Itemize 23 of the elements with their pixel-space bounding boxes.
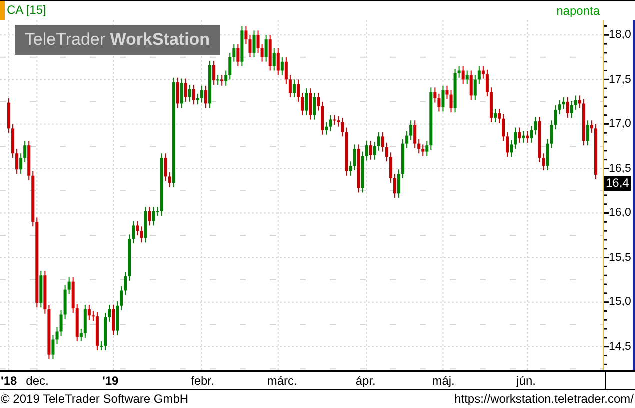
last-price-label: 16,4 [604, 176, 632, 191]
price-tick-label: 18,0 [609, 28, 632, 42]
logo: TeleTrader WorkStation [15, 25, 220, 55]
date-tick-label: máj. [432, 374, 455, 388]
date-tick-label: ápr. [356, 374, 376, 388]
price-tick-label: 15,0 [609, 295, 632, 310]
price-tick-label: 17,0 [609, 117, 632, 132]
series-marker [0, 1, 5, 20]
date-tick-label: febr. [190, 374, 214, 388]
price-tick-label: 16,5 [609, 162, 632, 176]
price-tick-label: 14,5 [609, 340, 632, 354]
price-tick-label: 15,5 [609, 250, 632, 265]
date-tick-label: '18 [1, 374, 18, 388]
date-tick-label: '19 [102, 374, 119, 388]
copyright-text: © 2019 TeleTrader Software GmbH [1, 392, 189, 406]
date-tick-label: jún. [516, 374, 536, 388]
price-tick-label: 17,5 [609, 72, 632, 87]
date-tick-label: dec. [26, 374, 49, 388]
date-tick-label: márc. [267, 374, 298, 388]
interval-label: naponta [556, 4, 601, 18]
symbol-label: CA [15] [6, 2, 46, 19]
price-tick-label: 16,0 [609, 206, 632, 220]
website-url: https://workstation.teletrader.com/ [454, 392, 634, 406]
